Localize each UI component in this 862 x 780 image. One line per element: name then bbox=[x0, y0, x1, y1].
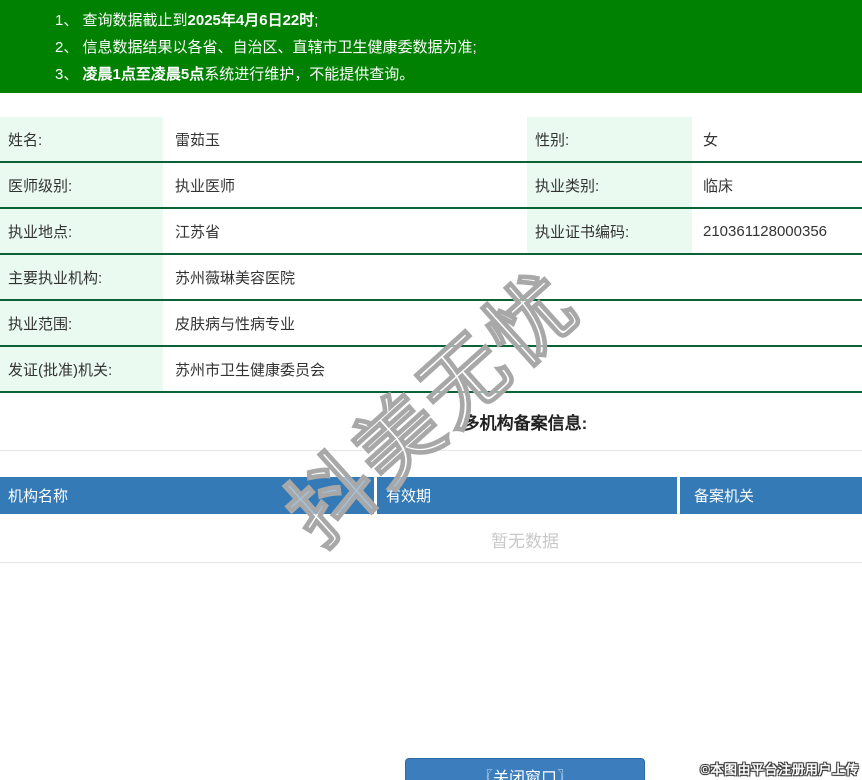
filing-table-header: 机构名称 有效期 备案机关 bbox=[0, 477, 862, 514]
notice-text: 1、 查询数据截止到 bbox=[55, 12, 188, 29]
section-title-multi-org-filing: 多机构备案信息: bbox=[462, 414, 588, 433]
field-value-practice-scope: 皮肤病与性病专业 bbox=[175, 315, 296, 333]
notice-line-1: 1、 查询数据截止到2025年4月6日22时; bbox=[0, 7, 862, 34]
field-label-practice-scope: 执业范围: bbox=[0, 301, 163, 345]
notice-text: 系统进行维护，不能提供查询。 bbox=[204, 66, 415, 83]
field-label-main-institution: 主要执业机构: bbox=[0, 255, 163, 299]
page: 1、 查询数据截止到2025年4月6日22时; 2、 信息数据结果以各省、自治区… bbox=[0, 0, 862, 780]
field-value-location: 江苏省 bbox=[175, 223, 221, 241]
notice-strong: 凌晨1点至凌晨5点 bbox=[82, 66, 205, 83]
field-value-name: 雷茹玉 bbox=[175, 131, 221, 149]
field-label-category: 执业类别: bbox=[527, 163, 692, 207]
uploader-caption: ©本图由平台注册用户上传 bbox=[700, 762, 859, 777]
info-row-issuing-authority: 发证(批准)机关: 苏州市卫生健康委员会 bbox=[0, 347, 862, 393]
info-row-main-institution: 主要执业机构: 苏州薇琳美容医院 bbox=[0, 255, 862, 301]
notice-line-3: 3、 凌晨1点至凌晨5点系统进行维护，不能提供查询。 bbox=[0, 61, 862, 88]
empty-data-text: 暂无数据 bbox=[0, 514, 862, 563]
info-row-name-gender: 姓名: 雷茹玉 性别: 女 bbox=[0, 117, 862, 163]
field-value-level: 执业医师 bbox=[175, 177, 236, 195]
notice-text: 2、 信息数据结果以各省、自治区、直辖市卫生健康委数据为准; bbox=[55, 39, 477, 56]
field-value-issuing-authority: 苏州市卫生健康委员会 bbox=[175, 361, 326, 379]
info-row-practice-scope: 执业范围: 皮肤病与性病专业 bbox=[0, 301, 862, 347]
info-row-level-category: 医师级别: 执业医师 执业类别: 临床 bbox=[0, 163, 862, 209]
column-header-filing-authority: 备案机关 bbox=[680, 477, 862, 514]
close-window-button[interactable]: 〖关闭窗口〗 bbox=[405, 758, 645, 780]
notice-strong: 2025年4月6日22时 bbox=[187, 12, 315, 29]
notice-banner: 1、 查询数据截止到2025年4月6日22时; 2、 信息数据结果以各省、自治区… bbox=[0, 0, 862, 93]
field-label-location: 执业地点: bbox=[0, 209, 163, 253]
field-value-main-institution: 苏州薇琳美容医院 bbox=[175, 269, 296, 287]
physician-info-table: 姓名: 雷茹玉 性别: 女 医师级别: 执业医师 执业类别: 临床 执业地点: … bbox=[0, 117, 862, 393]
field-label-level: 医师级别: bbox=[0, 163, 163, 207]
notice-text: ; bbox=[314, 12, 319, 29]
field-label-certificate-no: 执业证书编码: bbox=[527, 209, 692, 253]
column-header-institution-name: 机构名称 bbox=[0, 477, 374, 514]
notice-text: 3、 bbox=[55, 66, 83, 83]
field-value-gender: 女 bbox=[703, 131, 719, 149]
notice-line-2: 2、 信息数据结果以各省、自治区、直辖市卫生健康委数据为准; bbox=[0, 34, 862, 61]
field-value-category: 临床 bbox=[703, 177, 734, 195]
field-label-name: 姓名: bbox=[0, 117, 163, 161]
field-label-issuing-authority: 发证(批准)机关: bbox=[0, 347, 163, 391]
field-value-certificate-no: 210361128000356 bbox=[703, 222, 828, 240]
field-label-gender: 性别: bbox=[527, 117, 692, 161]
column-header-validity-period: 有效期 bbox=[377, 477, 677, 514]
info-row-location-certno: 执业地点: 江苏省 执业证书编码: 210361128000356 bbox=[0, 209, 862, 255]
divider-line bbox=[0, 450, 862, 451]
